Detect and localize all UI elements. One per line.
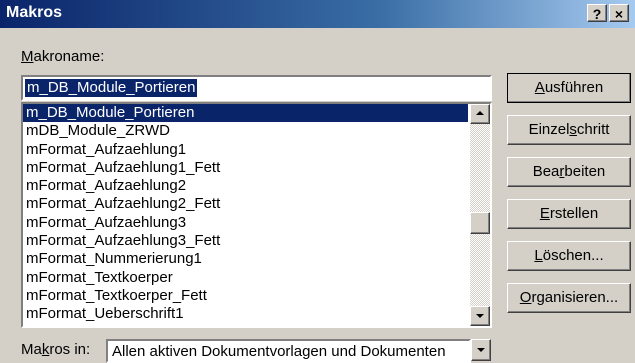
macros-in-value: Allen aktiven Dokumentvorlagen und Dokum… xyxy=(112,343,446,360)
list-item[interactable]: mFormat_Aufzaehlung2_Fett xyxy=(23,195,468,213)
list-item[interactable]: m_DB_Module_Portieren xyxy=(23,104,468,123)
macros-in-label: Makros in: xyxy=(21,341,91,358)
arrow-up-icon xyxy=(476,111,484,115)
list-item[interactable]: mFormat_Nummerierung1 xyxy=(23,250,468,268)
macro-list-items: m_DB_Module_Portieren mDB_Module_ZRWD mFor… xyxy=(23,104,468,324)
organize-button[interactable]: Organisieren... xyxy=(507,283,631,313)
window-title: Makros xyxy=(6,4,63,21)
macro-name-input[interactable]: m_DB_Module_Portieren xyxy=(21,75,492,101)
scroll-thumb[interactable] xyxy=(470,212,490,234)
list-item[interactable]: mFormat_Textkoerper_Fett xyxy=(23,287,468,305)
chevron-down-icon xyxy=(477,348,485,352)
list-item[interactable]: mFormat_Aufzaehlung3 xyxy=(23,214,468,232)
list-item[interactable]: mFormat_Textkoerper xyxy=(23,269,468,287)
step-button[interactable]: Einzelschritt xyxy=(507,115,631,145)
list-item[interactable]: mFormat_Ueberschrift1 xyxy=(23,305,468,323)
list-item[interactable]: mFormat_Aufzaehlung3_Fett xyxy=(23,232,468,250)
title-bar: Makros ? × xyxy=(0,0,635,28)
list-item[interactable]: mFormat_Aufzaehlung1 xyxy=(23,141,468,159)
macro-name-value: m_DB_Module_Portieren xyxy=(25,79,198,97)
delete-button[interactable]: Löschen... xyxy=(507,241,631,271)
create-button[interactable]: Erstellen xyxy=(507,199,631,229)
macro-name-label: Makroname: xyxy=(21,48,105,65)
scroll-down-button[interactable] xyxy=(470,306,490,326)
list-item[interactable]: mFormat_Aufzaehlung1_Fett xyxy=(23,159,468,177)
macros-in-select[interactable]: Allen aktiven Dokumentvorlagen und Dokum… xyxy=(106,339,471,363)
macros-in-dropdown-button[interactable] xyxy=(471,339,491,361)
edit-button[interactable]: Bearbeiten xyxy=(507,157,631,187)
help-button[interactable]: ? xyxy=(587,4,607,22)
macro-list[interactable]: m_DB_Module_Portieren mDB_Module_ZRWD mFor… xyxy=(21,102,492,328)
vertical-scrollbar[interactable] xyxy=(470,104,490,326)
arrow-down-icon xyxy=(476,314,484,318)
scroll-up-button[interactable] xyxy=(470,104,490,124)
run-button[interactable]: Ausführen xyxy=(507,73,631,103)
close-button[interactable]: × xyxy=(609,4,629,22)
list-item[interactable]: mFormat_Aufzaehlung2 xyxy=(23,177,468,195)
list-item[interactable]: mDB_Module_ZRWD xyxy=(23,122,468,140)
